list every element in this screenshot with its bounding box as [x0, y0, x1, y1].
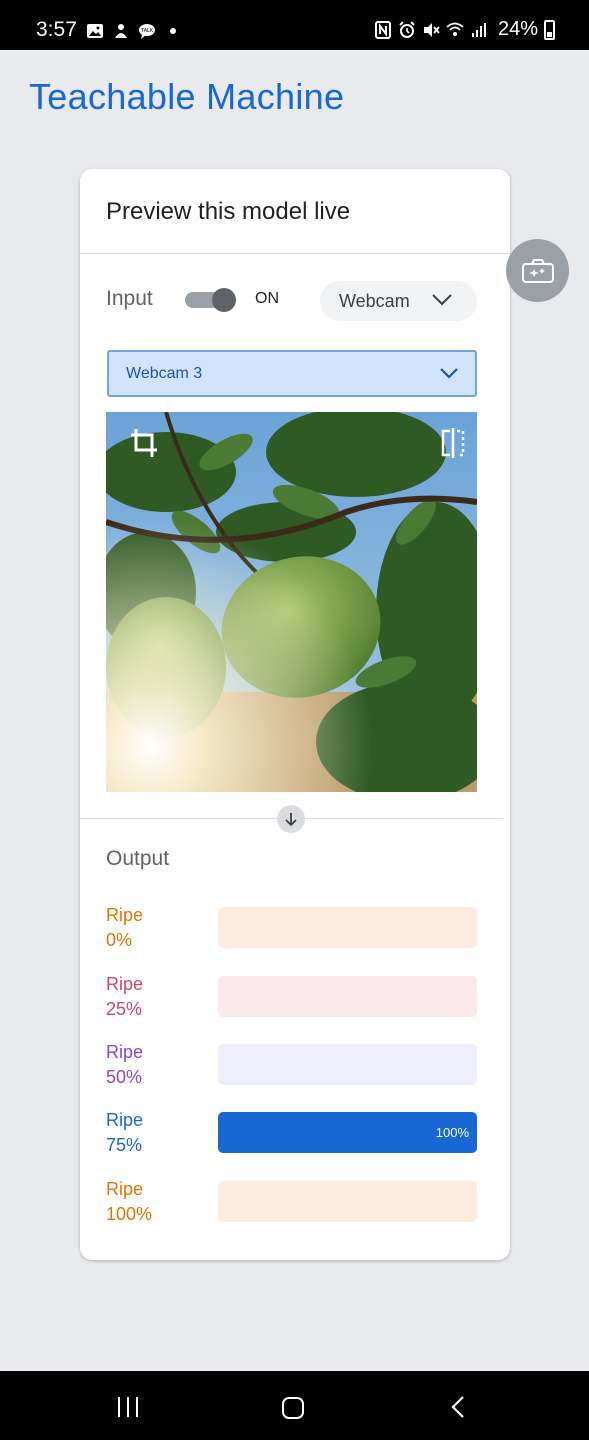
webcam-device-label: Webcam 3	[126, 365, 203, 382]
signal-icon	[471, 22, 486, 37]
toggle-knob	[212, 288, 236, 312]
class-label-suffix: 25%	[106, 999, 143, 1019]
confidence-bar: 100%	[218, 1112, 477, 1153]
gallery-icon	[87, 24, 103, 38]
talk-icon: TALK	[139, 24, 155, 39]
dot-icon	[170, 28, 176, 34]
webcam-image	[106, 412, 477, 792]
input-label: Input	[106, 287, 153, 310]
confidence-bar	[218, 1181, 477, 1222]
preview-card: Preview this model live Input ON Webcam …	[80, 169, 510, 1260]
class-label-suffix: 0%	[106, 930, 133, 950]
system-nav-bar	[0, 1371, 589, 1440]
recent-apps-icon[interactable]	[116, 1396, 140, 1418]
confidence-bar	[218, 907, 477, 948]
class-name: Ripe	[106, 974, 144, 994]
confidence-bar	[218, 1044, 477, 1085]
input-toggle[interactable]	[185, 287, 237, 313]
home-icon[interactable]	[281, 1396, 305, 1420]
card-title: Preview this model live	[106, 198, 351, 225]
battery-icon	[544, 19, 555, 40]
confidence-bar	[218, 976, 477, 1017]
webcam-device-select[interactable]: Webcam 3	[107, 350, 477, 397]
crop-icon[interactable]	[130, 428, 158, 458]
mute-icon	[423, 22, 440, 37]
app-title: Teachable Machine	[29, 76, 345, 117]
class-name: Ripe	[106, 905, 144, 925]
toggle-state-label: ON	[255, 290, 279, 307]
input-source-dropdown[interactable]: Webcam	[320, 281, 477, 321]
chevron-down-icon	[432, 294, 452, 306]
class-row: Ripe 25%	[106, 972, 477, 1022]
alarm-icon	[399, 20, 415, 38]
card-header: Preview this model live	[80, 169, 510, 254]
class-label-suffix: 75%	[106, 1135, 143, 1155]
webcam-preview	[106, 412, 477, 792]
status-time: 3:57	[36, 18, 77, 41]
status-left-icons: TALK	[86, 22, 176, 40]
class-name: Ripe	[106, 1110, 144, 1130]
camera-options-button[interactable]	[506, 239, 569, 302]
battery-percent: 24%	[497, 18, 538, 40]
status-right-icons: 24%	[374, 18, 555, 41]
class-row: Ripe 0%	[106, 903, 477, 953]
class-label-suffix: 50%	[106, 1067, 143, 1087]
camera-sparkle-icon	[521, 258, 554, 283]
class-row: Ripe 50%	[106, 1040, 477, 1090]
input-source-label: Webcam	[339, 290, 410, 311]
class-name: Ripe	[106, 1179, 144, 1199]
wifi-icon	[446, 22, 464, 36]
chevron-down-icon	[440, 368, 458, 379]
confidence-value: 100%	[435, 1125, 469, 1140]
arrow-down-icon	[277, 805, 305, 833]
class-name: Ripe	[106, 1042, 144, 1062]
class-label-suffix: 100%	[106, 1204, 153, 1224]
status-bar: 3:57 TALK 24%	[0, 0, 589, 50]
back-icon[interactable]	[450, 1395, 466, 1419]
nfc-icon	[374, 20, 391, 39]
output-label: Output	[106, 847, 170, 870]
wellness-icon	[115, 24, 127, 38]
class-row: Ripe 75% 100%	[106, 1108, 477, 1158]
svg-text:TALK: TALK	[140, 28, 154, 34]
class-row: Ripe 100%	[106, 1177, 477, 1227]
flip-icon[interactable]	[440, 428, 466, 458]
